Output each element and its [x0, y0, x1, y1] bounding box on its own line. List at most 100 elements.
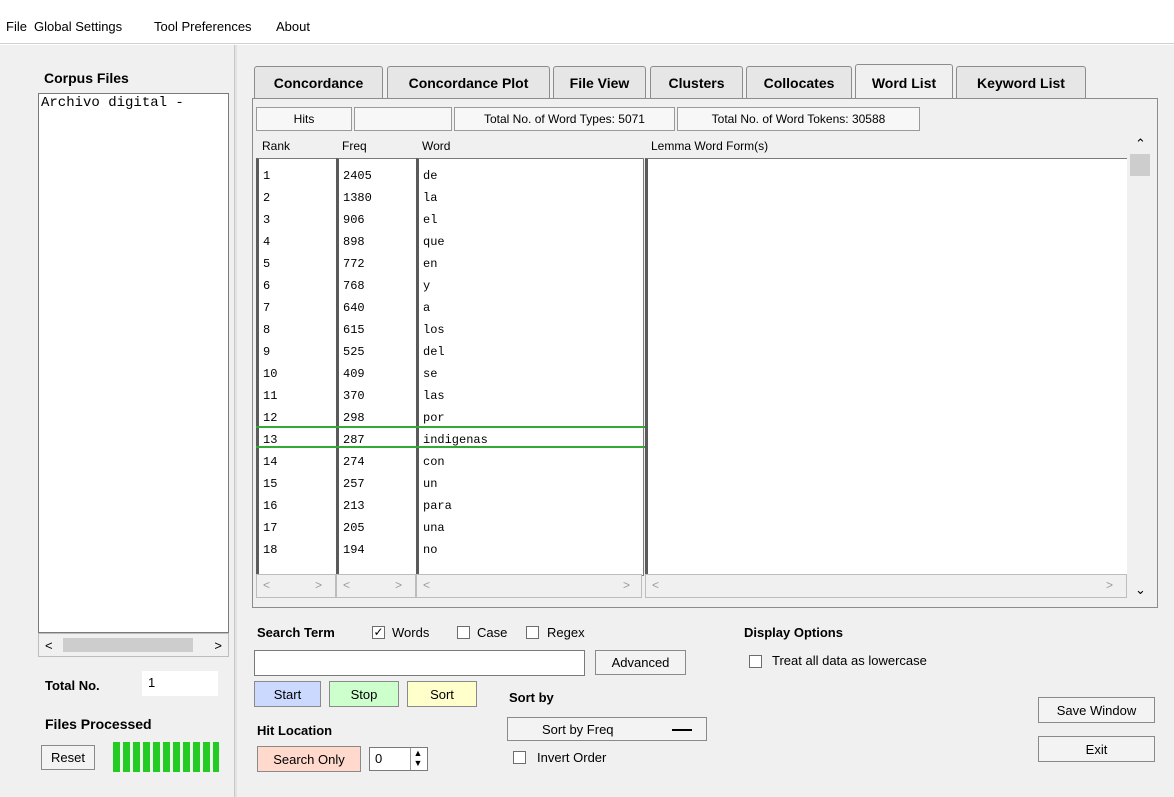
freq-cell[interactable]: 898 [343, 231, 365, 253]
column-header-freq[interactable]: Freq [336, 134, 414, 158]
rank-cell[interactable]: 17 [263, 517, 277, 539]
rank-cell[interactable]: 16 [263, 495, 277, 517]
word-cell[interactable]: en [423, 253, 437, 275]
advanced-button[interactable]: Advanced [595, 650, 686, 675]
scroll-down-icon[interactable]: ⌄ [1135, 582, 1146, 598]
freq-cell[interactable]: 1380 [343, 187, 372, 209]
word-cell[interactable]: para [423, 495, 452, 517]
hit-location-spinner[interactable]: 0 ▲ ▼ [369, 747, 428, 771]
sort-button[interactable]: Sort [407, 681, 477, 707]
word-cell[interactable]: la [423, 187, 437, 209]
regex-checkbox[interactable] [526, 626, 539, 639]
word-cell[interactable]: un [423, 473, 437, 495]
column-header-lemma[interactable]: Lemma Word Form(s) [645, 134, 1125, 158]
word-cell[interactable]: no [423, 539, 437, 561]
spinner-arrows-icon[interactable]: ▲ ▼ [410, 748, 425, 770]
rank-cell[interactable]: 13 [263, 429, 277, 451]
freq-cell[interactable]: 615 [343, 319, 365, 341]
freq-cell[interactable]: 274 [343, 451, 365, 473]
word-cell[interactable]: una [423, 517, 445, 539]
word-cell[interactable]: los [423, 319, 445, 341]
word-cell[interactable]: a [423, 297, 430, 319]
word-cell[interactable]: de [423, 165, 437, 187]
stop-button[interactable]: Stop [329, 681, 399, 707]
word-cell[interactable]: se [423, 363, 437, 385]
tab-concordance-plot[interactable]: Concordance Plot [387, 66, 550, 99]
reset-button[interactable]: Reset [41, 745, 95, 770]
freq-cell[interactable]: 772 [343, 253, 365, 275]
case-checkbox[interactable] [457, 626, 470, 639]
corpus-hscrollbar[interactable]: < > [38, 633, 229, 657]
freq-cell[interactable]: 205 [343, 517, 365, 539]
lemma-column[interactable] [645, 158, 1129, 576]
words-checkbox[interactable]: ✓ [372, 626, 385, 639]
word-cell[interactable]: indigenas [423, 429, 488, 451]
menu-global-settings[interactable]: Global Settings [34, 19, 122, 34]
rank-cell[interactable]: 11 [263, 385, 277, 407]
corpus-file-list[interactable]: Archivo digital - [38, 93, 229, 633]
scroll-right-icon[interactable]: > [214, 638, 222, 653]
menu-about[interactable]: About [276, 19, 310, 34]
scroll-thumb[interactable] [63, 638, 193, 652]
rank-cell[interactable]: 7 [263, 297, 270, 319]
word-column[interactable]: de la el que en y a los del se las por indigenas con u… [416, 158, 644, 576]
rank-cell[interactable]: 14 [263, 451, 277, 473]
freq-cell[interactable]: 298 [343, 407, 365, 429]
rank-cell[interactable]: 12 [263, 407, 277, 429]
start-button[interactable]: Start [254, 681, 321, 707]
menu-tool-preferences[interactable]: Tool Preferences [154, 19, 252, 34]
freq-cell[interactable]: 525 [343, 341, 365, 363]
menu-file[interactable]: File [6, 19, 27, 34]
tab-clusters[interactable]: Clusters [650, 66, 743, 99]
scroll-up-icon[interactable]: ⌃ [1135, 136, 1146, 152]
column-header-rank[interactable]: Rank [256, 134, 334, 158]
rank-cell[interactable]: 9 [263, 341, 270, 363]
save-window-button[interactable]: Save Window [1038, 697, 1155, 723]
rank-cell[interactable]: 4 [263, 231, 270, 253]
lemma-hscrollbar[interactable]: < > [645, 574, 1127, 598]
rank-cell[interactable]: 18 [263, 539, 277, 561]
vertical-scrollbar[interactable]: ⌃ ⌄ [1127, 134, 1153, 604]
sort-by-dropdown[interactable]: Sort by Freq [507, 717, 707, 741]
rank-cell[interactable]: 10 [263, 363, 277, 385]
scroll-left-icon[interactable]: < [45, 638, 53, 653]
freq-hscrollbar[interactable]: < > [336, 574, 416, 598]
lowercase-checkbox[interactable] [749, 655, 762, 668]
rank-cell[interactable]: 8 [263, 319, 270, 341]
freq-cell[interactable]: 287 [343, 429, 365, 451]
word-cell[interactable]: por [423, 407, 445, 429]
tab-file-view[interactable]: File View [553, 66, 646, 99]
rank-hscrollbar[interactable]: < > [256, 574, 336, 598]
freq-cell[interactable]: 194 [343, 539, 365, 561]
rank-cell[interactable]: 3 [263, 209, 270, 231]
freq-cell[interactable]: 257 [343, 473, 365, 495]
vscroll-thumb[interactable] [1130, 154, 1150, 176]
freq-cell[interactable]: 213 [343, 495, 365, 517]
rank-cell[interactable]: 5 [263, 253, 270, 275]
freq-cell[interactable]: 370 [343, 385, 365, 407]
search-only-button[interactable]: Search Only [257, 746, 361, 772]
invert-order-checkbox[interactable] [513, 751, 526, 764]
tab-concordance[interactable]: Concordance [254, 66, 383, 99]
word-cell[interactable]: el [423, 209, 437, 231]
tab-keyword-list[interactable]: Keyword List [956, 66, 1086, 99]
search-input[interactable] [254, 650, 585, 676]
word-cell[interactable]: y [423, 275, 430, 297]
word-hscrollbar[interactable]: < > [416, 574, 642, 598]
rank-cell[interactable]: 6 [263, 275, 270, 297]
freq-cell[interactable]: 409 [343, 363, 365, 385]
exit-button[interactable]: Exit [1038, 736, 1155, 762]
tab-collocates[interactable]: Collocates [746, 66, 852, 99]
word-cell[interactable]: del [423, 341, 445, 363]
word-cell[interactable]: las [423, 385, 445, 407]
rank-cell[interactable]: 2 [263, 187, 270, 209]
rank-column[interactable]: 1 2 3 4 5 6 7 8 9 10 11 12 13 14 15 16 17 18 [256, 158, 338, 576]
freq-cell[interactable]: 2405 [343, 165, 372, 187]
freq-cell[interactable]: 906 [343, 209, 365, 231]
freq-cell[interactable]: 640 [343, 297, 365, 319]
corpus-file-item[interactable]: Archivo digital - [41, 95, 184, 111]
column-header-word[interactable]: Word [416, 134, 640, 158]
rank-cell[interactable]: 15 [263, 473, 277, 495]
freq-cell[interactable]: 768 [343, 275, 365, 297]
word-cell[interactable]: con [423, 451, 445, 473]
